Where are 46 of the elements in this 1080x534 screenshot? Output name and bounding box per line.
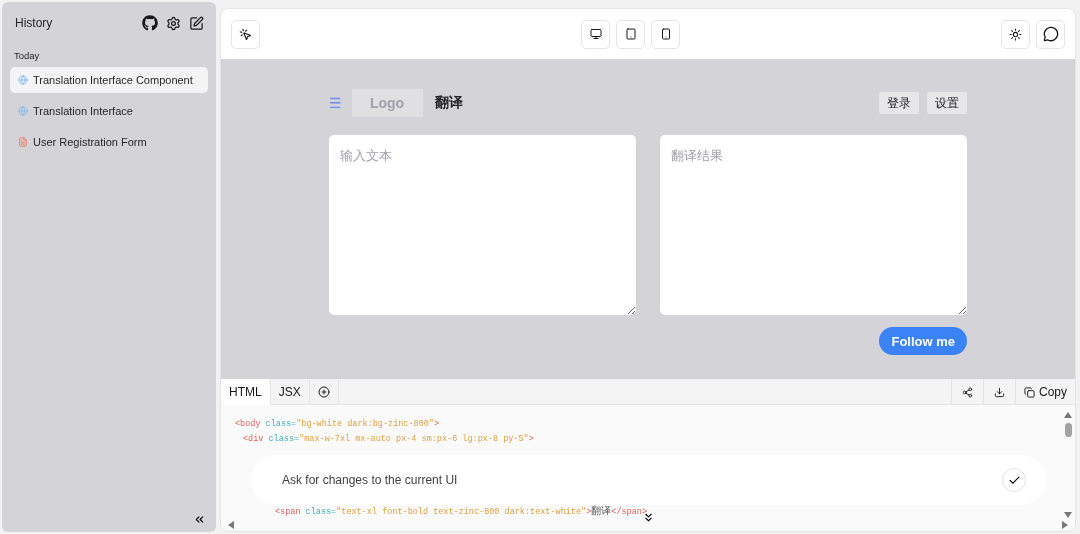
code-line: <body class="bg-white dark:bg-zinc-800">: [235, 419, 440, 431]
monitor-view-button[interactable]: [581, 19, 610, 49]
section-label: Today: [14, 50, 41, 61]
phone-icon: [659, 28, 672, 40]
submit-button[interactable]: [1002, 468, 1026, 492]
code-line: <span class="text-xl font-bold text-zinc-800 dark:text-white">翻译</span>: [275, 505, 647, 519]
plus-circle-icon: [317, 386, 330, 398]
copy-icon: [1024, 386, 1035, 398]
logo: Logo: [351, 89, 423, 117]
code-tab[interactable]: HTML: [221, 379, 271, 405]
theme-button[interactable]: [1001, 19, 1030, 49]
code-line: <div class="max-w-7xl mx-auto px-4 sm:px-6 lg:px-8 py-5">: [243, 434, 534, 446]
sun-icon: [1009, 27, 1022, 41]
history-item[interactable]: Translation Interface Component: [10, 67, 208, 93]
header-button[interactable]: 登录: [879, 92, 919, 114]
history-item[interactable]: User Registration Form: [10, 129, 208, 155]
scroll-right-icon[interactable]: [1061, 521, 1069, 529]
pointer-click-icon: [239, 27, 252, 41]
text-area[interactable]: 翻译结果: [660, 135, 967, 315]
chat-bubble-icon: [1042, 26, 1059, 42]
github-icon[interactable]: [142, 15, 158, 31]
globe-icon: [18, 106, 28, 116]
settings-icon[interactable]: [166, 15, 181, 31]
phone-view-button[interactable]: [651, 19, 680, 49]
document-icon: [18, 137, 28, 147]
header-button[interactable]: 设置: [927, 92, 967, 114]
download-icon: [994, 386, 1005, 398]
scroll-up-icon[interactable]: [1064, 411, 1072, 419]
history-item[interactable]: Translation Interface: [10, 98, 208, 124]
tablet-view-button[interactable]: [616, 19, 645, 49]
scrollbar-thumb[interactable]: [1064, 423, 1072, 437]
scroll-left-icon[interactable]: [227, 521, 235, 529]
chat-button[interactable]: [1036, 19, 1065, 49]
tablet-icon: [624, 28, 637, 40]
select-element-button[interactable]: [231, 19, 260, 49]
copy-button[interactable]: Copy: [1016, 379, 1075, 405]
app-title: 翻译: [434, 94, 463, 112]
monitor-icon: [589, 28, 602, 40]
prompt-field[interactable]: Ask for changes to the current UI: [251, 455, 1046, 505]
share-icon: [962, 386, 973, 398]
collapse-icon[interactable]: [193, 513, 206, 526]
globe-icon: [18, 75, 28, 85]
follow-button[interactable]: Follow me: [879, 327, 967, 355]
text-area[interactable]: 输入文本: [329, 135, 636, 315]
new-chat-icon[interactable]: [189, 15, 204, 31]
sidebar-title: History: [15, 16, 53, 30]
